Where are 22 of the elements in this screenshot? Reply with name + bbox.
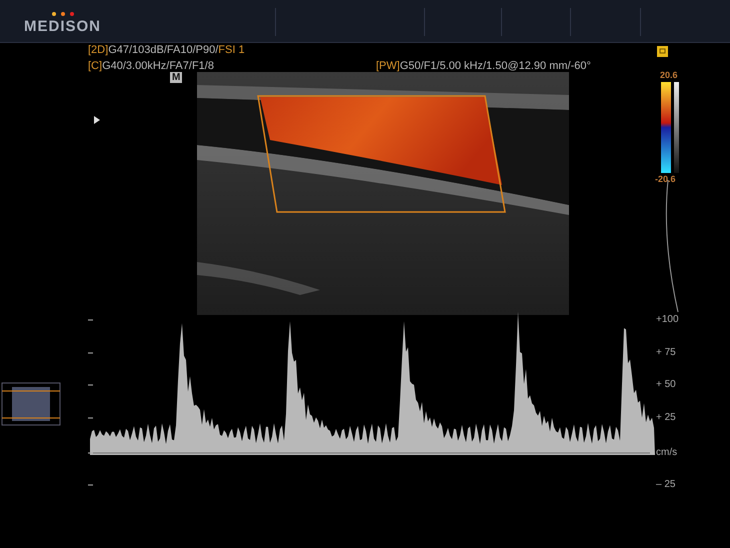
parameter-text: G50/F1/5.00 kHz/1.50@12.90 mm/-60° [400,60,591,72]
velocity-label: +100 [656,313,679,327]
marker-badge: M [170,72,182,83]
color-scale-icon [661,82,679,173]
mode-label: [2D] [88,44,108,56]
brand-logo: MEDISON [24,18,102,35]
mode-label: FSI 1 [218,44,245,56]
parameter-text: G47/103dB/FA10/P90/ [108,44,218,56]
velocity-label: – 25 [656,478,676,492]
pointer-icon [94,116,100,124]
scale-min-label: -20.6 [655,174,676,184]
velocity-label: + 75 [656,346,676,360]
velocity-label: + 25 [656,411,676,425]
scale-max-label: 20.6 [660,70,678,80]
trackball-icon [657,46,668,57]
logo-dots-icon [50,11,74,17]
mode-label: [C] [88,60,102,72]
velocity-label: cm/s [656,446,678,460]
parameter-text: G40/3.00kHz/FA7/F1/8 [102,60,214,72]
mode-label: [PW] [376,60,400,72]
probe-map-icon [2,382,60,426]
velocity-label: + 50 [656,378,676,392]
